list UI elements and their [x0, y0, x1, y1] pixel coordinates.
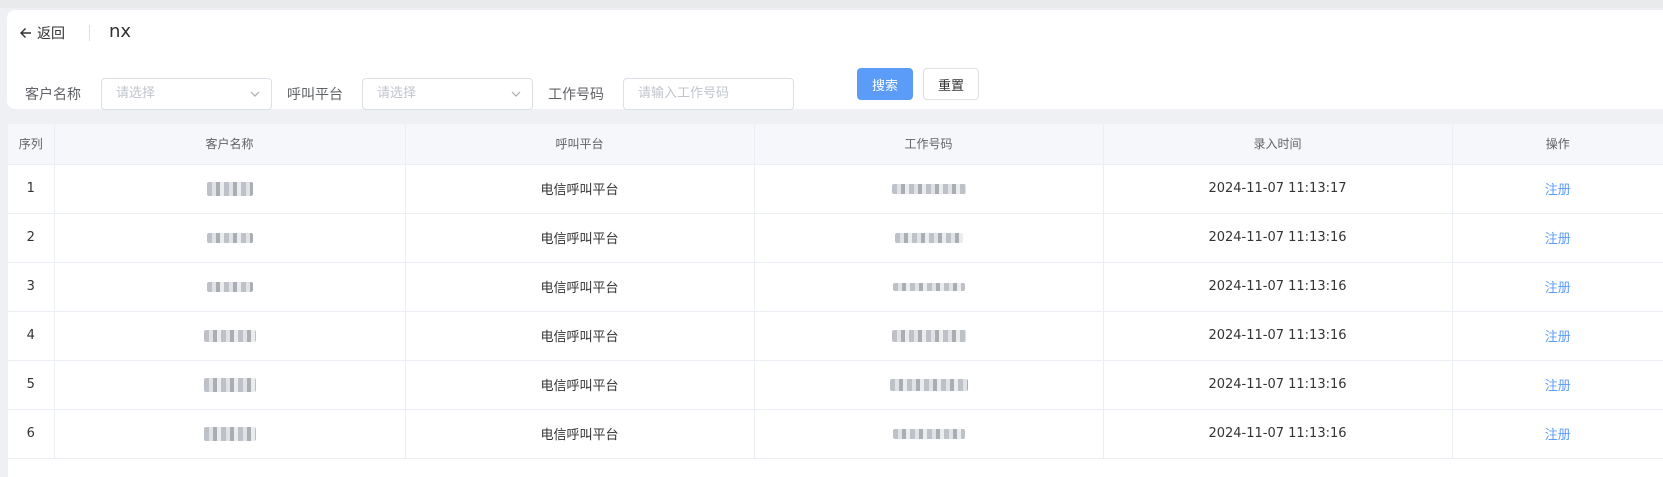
row-index: 3 — [8, 262, 55, 312]
chevron-down-icon — [511, 91, 521, 97]
action-cell: 注册 — [1452, 213, 1663, 263]
redacted-customer-name — [203, 426, 256, 441]
row-index: 2 — [8, 213, 55, 263]
customer-name-cell — [54, 360, 406, 410]
redacted-work-number — [891, 183, 966, 194]
action-cell: 注册 — [1452, 409, 1663, 459]
time-cell: 2024-11-07 11:13:17 — [1103, 164, 1453, 214]
redacted-work-number — [889, 378, 968, 391]
filter-panel: 返回 nx 客户名称 请选择 呼叫平台 请选择 工作号码 请输入工作号码 — [7, 10, 1663, 110]
redacted-work-number — [891, 329, 966, 342]
title-divider — [89, 25, 90, 41]
workno-cell — [754, 262, 1104, 312]
redacted-customer-name — [206, 281, 253, 292]
action-cell: 注册 — [1452, 262, 1663, 312]
workno-label: 工作号码 — [548, 87, 604, 103]
time-cell: 2024-11-07 11:13:16 — [1103, 409, 1453, 459]
platform-label: 呼叫平台 — [287, 87, 343, 103]
search-button[interactable]: 搜索 — [857, 68, 913, 100]
register-link[interactable]: 注册 — [1545, 232, 1571, 247]
back-label: 返回 — [37, 26, 65, 42]
customer-name-cell — [54, 262, 406, 312]
workno-input-placeholder: 请输入工作号码 — [638, 86, 730, 101]
customer-label: 客户名称 — [25, 87, 81, 103]
data-table: 序列 客户名称 呼叫平台 工作号码 录入时间 操作 1 电信呼叫平台 2024-… — [8, 124, 1663, 477]
register-link[interactable]: 注册 — [1545, 330, 1571, 345]
time-cell: 2024-11-07 11:13:16 — [1103, 360, 1453, 410]
customer-name-cell — [54, 409, 406, 459]
workno-cell — [754, 360, 1104, 410]
redacted-customer-name — [206, 232, 253, 243]
platform-cell: 电信呼叫平台 — [405, 213, 755, 263]
time-cell: 2024-11-07 11:13:16 — [1103, 262, 1453, 312]
customer-select-placeholder: 请选择 — [116, 86, 156, 101]
time-cell: 2024-11-07 11:13:16 — [1103, 311, 1453, 361]
row-index: 5 — [8, 360, 55, 410]
platform-cell: 电信呼叫平台 — [405, 409, 755, 459]
register-link[interactable]: 注册 — [1545, 379, 1571, 394]
arrow-left-icon — [20, 28, 31, 38]
register-link[interactable]: 注册 — [1545, 281, 1571, 296]
row-index: 1 — [8, 164, 55, 214]
redacted-work-number — [892, 282, 965, 291]
column-header-platform: 呼叫平台 — [405, 124, 755, 165]
customer-name-cell — [54, 164, 406, 214]
platform-select-placeholder: 请选择 — [377, 86, 417, 101]
workno-cell — [754, 213, 1104, 263]
platform-select[interactable]: 请选择 — [362, 78, 533, 110]
platform-cell: 电信呼叫平台 — [405, 360, 755, 410]
platform-cell: 电信呼叫平台 — [405, 164, 755, 214]
table-row: 1 电信呼叫平台 2024-11-07 11:13:17 注册 — [8, 164, 1663, 214]
time-cell: 2024-11-07 11:13:16 — [1103, 213, 1453, 263]
customer-name-cell — [54, 213, 406, 263]
redacted-work-number — [894, 232, 963, 243]
workno-cell — [754, 409, 1104, 459]
customer-name-cell — [54, 311, 406, 361]
customer-select[interactable]: 请选择 — [101, 78, 272, 110]
table-header-row: 序列 客户名称 呼叫平台 工作号码 录入时间 操作 — [8, 124, 1663, 165]
register-link[interactable]: 注册 — [1545, 428, 1571, 443]
redacted-customer-name — [203, 329, 256, 342]
register-link[interactable]: 注册 — [1545, 183, 1571, 198]
table-row: 2 电信呼叫平台 2024-11-07 11:13:16 注册 — [8, 213, 1663, 263]
platform-cell: 电信呼叫平台 — [405, 262, 755, 312]
column-header-customer: 客户名称 — [54, 124, 406, 165]
chevron-down-icon — [250, 91, 260, 97]
column-header-action: 操作 — [1452, 124, 1663, 165]
action-cell: 注册 — [1452, 311, 1663, 361]
table-row: 3 电信呼叫平台 2024-11-07 11:13:16 注册 — [8, 262, 1663, 312]
workno-cell — [754, 311, 1104, 361]
action-cell: 注册 — [1452, 360, 1663, 410]
platform-cell: 电信呼叫平台 — [405, 311, 755, 361]
back-button[interactable]: 返回 — [19, 22, 65, 44]
table-row: 6 电信呼叫平台 2024-11-07 11:13:16 注册 — [8, 409, 1663, 459]
workno-input[interactable]: 请输入工作号码 — [623, 78, 794, 110]
table-row: 5 电信呼叫平台 2024-11-07 11:13:16 注册 — [8, 360, 1663, 410]
action-cell: 注册 — [1452, 164, 1663, 214]
workno-cell — [754, 164, 1104, 214]
column-header-time: 录入时间 — [1103, 124, 1453, 165]
column-header-workno: 工作号码 — [754, 124, 1104, 165]
row-index: 6 — [8, 409, 55, 459]
row-index: 4 — [8, 311, 55, 361]
reset-button[interactable]: 重置 — [923, 68, 979, 100]
top-strip — [0, 0, 1663, 8]
redacted-customer-name — [203, 377, 256, 392]
column-header-index: 序列 — [8, 124, 55, 165]
table-row: 4 电信呼叫平台 2024-11-07 11:13:16 注册 — [8, 311, 1663, 361]
redacted-work-number — [892, 428, 965, 439]
redacted-customer-name — [206, 181, 253, 196]
page-title: nx — [109, 21, 132, 42]
